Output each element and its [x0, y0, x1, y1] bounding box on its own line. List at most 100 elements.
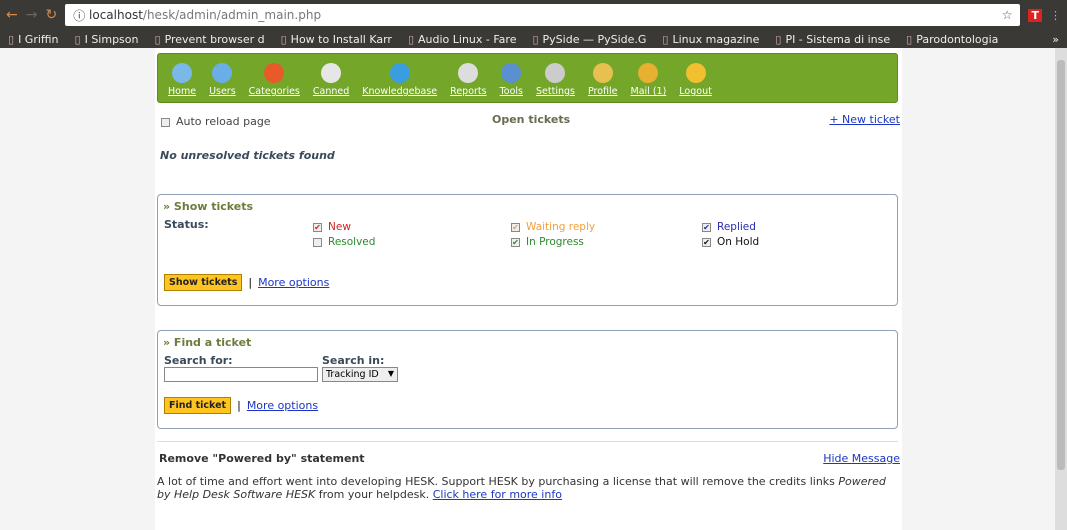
- bookmark-item[interactable]: ▯ PySide — PySide.G: [532, 33, 646, 46]
- auto-reload-checkbox[interactable]: [161, 117, 170, 127]
- auto-reload-label: Auto reload page: [176, 115, 271, 128]
- divider: [157, 441, 898, 442]
- status-checkbox[interactable]: ✔: [313, 222, 322, 232]
- menu-item-label: Mail (1): [630, 86, 667, 97]
- separator: |: [237, 399, 241, 412]
- star-icon[interactable]: ☆: [1002, 8, 1013, 22]
- status-label: New: [328, 221, 351, 233]
- notice-text: A lot of time and effort went into devel…: [157, 475, 886, 501]
- key-icon: [685, 63, 706, 83]
- menu-item-label: Settings: [536, 86, 575, 97]
- menu-item-reports[interactable]: Reports: [450, 63, 487, 102]
- search-in-select[interactable]: Tracking ID ▼: [322, 367, 398, 382]
- menu-item-knowledgebase[interactable]: Knowledgebase: [362, 63, 437, 102]
- pie-chart-icon: [264, 63, 285, 83]
- status-checkbox[interactable]: ✔: [702, 222, 711, 232]
- search-input[interactable]: [164, 367, 318, 382]
- forward-icon[interactable]: →: [26, 7, 38, 23]
- bookmark-item[interactable]: ▯ Linux magazine: [662, 33, 759, 46]
- search-in-value: Tracking ID: [326, 369, 379, 380]
- bookmark-icon: ▯: [906, 32, 913, 46]
- wrench-icon: [501, 63, 522, 83]
- reload-icon[interactable]: ↻: [45, 7, 57, 23]
- bookmark-item[interactable]: ▯ I Simpson: [75, 33, 139, 46]
- bookmark-icon: ▯: [74, 32, 81, 46]
- profile-icon: [592, 63, 613, 83]
- bookmark-icon: ▯: [407, 32, 414, 46]
- bookmark-item[interactable]: ▯ Parodontologia: [906, 33, 998, 46]
- menu-item-label: Logout: [679, 86, 712, 97]
- info-icon: [389, 63, 410, 83]
- find-more-options-link[interactable]: More options: [247, 399, 318, 412]
- status-on-hold[interactable]: ✔ On Hold: [702, 236, 759, 248]
- mail-icon: [638, 63, 659, 83]
- show-tickets-panel: » Show tickets Status: ✔ New Resolved ✔ Wait…: [157, 194, 898, 306]
- status-checkbox[interactable]: ✔: [702, 237, 711, 247]
- new-ticket-link[interactable]: + New ticket: [829, 113, 900, 126]
- find-ticket-heading: » Find a ticket: [163, 336, 252, 349]
- show-tickets-button[interactable]: Show tickets: [164, 274, 243, 291]
- url-path: /hesk/admin/admin_main.php: [142, 8, 322, 22]
- menu-item-home[interactable]: Home: [168, 63, 196, 102]
- status-checkbox[interactable]: ✔: [511, 222, 520, 232]
- separator: |: [248, 276, 253, 289]
- more-options-link[interactable]: More options: [258, 276, 329, 289]
- address-bar[interactable]: ⓘ localhost/hesk/admin/admin_main.php ☆: [65, 4, 1021, 26]
- scrollbar[interactable]: [1055, 48, 1067, 530]
- bookmark-item[interactable]: ▯ How to Install Karr: [281, 33, 392, 46]
- search-in-label: Search in:: [322, 354, 385, 367]
- empty-message: No unresolved tickets found: [160, 149, 335, 162]
- status-label: Replied: [717, 221, 756, 233]
- menu-item-canned[interactable]: Canned: [313, 63, 349, 102]
- page: Home Users Categories Canned Knowledgebase Re…: [0, 48, 1055, 530]
- show-tickets-heading: » Show tickets: [163, 200, 254, 213]
- menu-item-profile[interactable]: Profile: [588, 63, 618, 102]
- bookmark-icon: ▯: [775, 32, 782, 46]
- extension-icon[interactable]: T: [1028, 8, 1042, 22]
- search-for-label: Search for:: [164, 354, 233, 367]
- status-checkbox[interactable]: ✔: [511, 237, 520, 247]
- menu-icon[interactable]: ⋮: [1050, 9, 1061, 22]
- bookmarks-overflow[interactable]: »: [1052, 33, 1059, 46]
- menu-item-settings[interactable]: Settings: [536, 63, 575, 102]
- menu-item-label: Users: [209, 86, 236, 97]
- dropdown-arrow-icon: ▼: [387, 369, 394, 378]
- bookmark-item[interactable]: ▯ Prevent browser d: [155, 33, 265, 46]
- menu-item-label: Categories: [248, 86, 300, 97]
- report-icon: [458, 63, 479, 83]
- menu-item-mail[interactable]: Mail (1): [630, 63, 667, 102]
- status-new[interactable]: ✔ New: [313, 221, 351, 233]
- bookmark-item[interactable]: ▯ Audio Linux - Fare: [408, 33, 517, 46]
- status-replied[interactable]: ✔ Replied: [702, 221, 756, 233]
- menu-item-label: Tools: [499, 86, 523, 97]
- bookmark-icon: ▯: [532, 32, 539, 46]
- notice-title: Remove "Powered by" statement: [159, 452, 365, 465]
- auto-reload[interactable]: Auto reload page: [161, 115, 271, 128]
- menu-item-label: Reports: [450, 86, 487, 97]
- users-icon: [212, 63, 233, 83]
- status-label: Resolved: [328, 236, 376, 248]
- find-ticket-panel: » Find a ticket Search for: Search in: T…: [157, 330, 898, 429]
- bookmark-item[interactable]: ▯ I Griffin: [8, 33, 59, 46]
- menu-item-categories[interactable]: Categories: [249, 63, 300, 102]
- status-label: Status:: [164, 218, 209, 231]
- hide-message-link[interactable]: Hide Message: [823, 452, 900, 465]
- status-resolved[interactable]: Resolved: [313, 236, 375, 248]
- status-waiting-reply[interactable]: ✔ Waiting reply: [511, 221, 595, 233]
- url-host: localhost: [89, 8, 143, 22]
- more-info-link[interactable]: Click here for more info: [433, 488, 562, 501]
- bookmark-item[interactable]: ▯ PI - Sistema di inse: [775, 33, 890, 46]
- bookmark-icon: ▯: [662, 32, 669, 46]
- find-ticket-button[interactable]: Find ticket: [164, 397, 232, 414]
- document-icon: [321, 63, 342, 83]
- menu-item-tools[interactable]: Tools: [500, 63, 523, 102]
- page-title: Open tickets: [492, 113, 571, 126]
- menu-item-users[interactable]: Users: [209, 63, 236, 102]
- status-checkbox[interactable]: [313, 237, 322, 247]
- status-label: On Hold: [717, 236, 760, 248]
- status-label: In Progress: [526, 236, 584, 248]
- bookmarks-bar: ▯ I Griffin ▯ I Simpson ▯ Prevent browser d ▯ H…: [0, 30, 1067, 48]
- back-icon[interactable]: ←: [6, 7, 18, 23]
- menu-item-logout[interactable]: Logout: [679, 63, 712, 102]
- status-in-progress[interactable]: ✔ In Progress: [511, 236, 584, 248]
